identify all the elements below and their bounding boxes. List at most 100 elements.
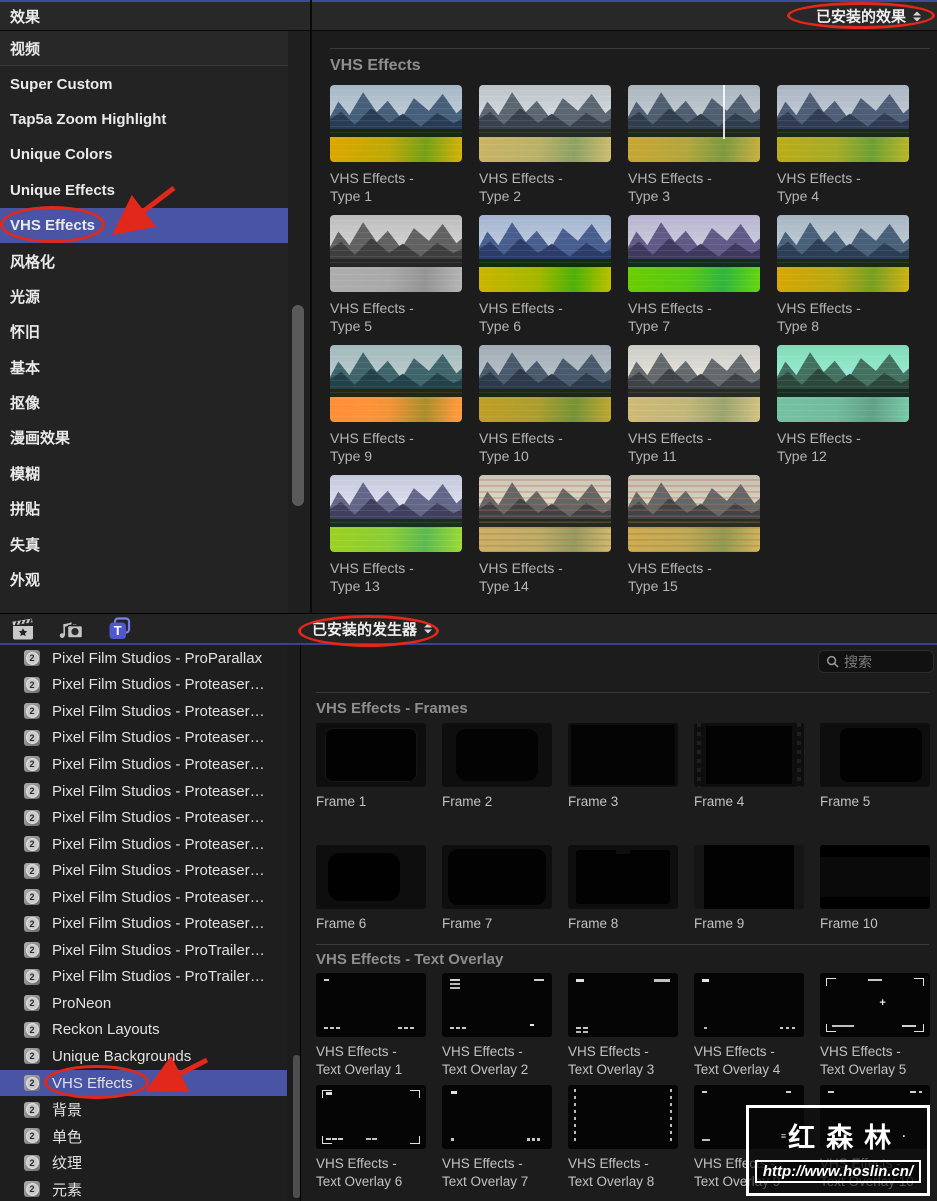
list-item[interactable]: Pixel Film Studios - Proteaser… — [0, 857, 287, 884]
photos-audio-icon[interactable] — [56, 616, 86, 642]
search-input[interactable] — [844, 653, 914, 670]
effect-thumbnail[interactable] — [479, 215, 611, 292]
effect-thumbnail[interactable] — [628, 475, 760, 552]
effect-thumbnail[interactable] — [777, 85, 909, 162]
effect-thumbnail[interactable] — [330, 215, 462, 292]
list-item[interactable]: 背景 — [0, 1096, 287, 1123]
sidebar-item[interactable]: 基本 — [0, 350, 288, 385]
generator-thumbnail[interactable] — [442, 1085, 552, 1149]
generator-thumbnail[interactable] — [820, 723, 930, 787]
effect-thumbnail[interactable] — [628, 215, 760, 292]
sidebar-item[interactable]: 光源 — [0, 279, 288, 314]
sidebar-item[interactable]: 失真 — [0, 526, 288, 561]
effect-item[interactable]: VHS Effects - Type 1 — [330, 85, 462, 205]
generator-item[interactable]: VHS Effects - Text Overlay 8 — [568, 1085, 678, 1191]
list-item[interactable]: Pixel Film Studios - Proteaser… — [0, 884, 287, 911]
effect-item[interactable]: VHS Effects - Type 15 — [628, 475, 760, 595]
effect-thumbnail[interactable] — [628, 85, 760, 162]
effect-thumbnail[interactable] — [479, 475, 611, 552]
generator-item[interactable]: Frame 5 — [820, 723, 930, 811]
generator-thumbnail[interactable] — [694, 723, 804, 787]
installed-effects-dropdown[interactable]: 已安装的效果 — [816, 6, 921, 27]
list-item[interactable]: Pixel Film Studios - ProTrailer… — [0, 964, 287, 991]
effect-item[interactable]: VHS Effects - Type 6 — [479, 215, 611, 335]
list-item[interactable]: Pixel Film Studios - Proteaser… — [0, 910, 287, 937]
generators-list-scrollbar-thumb[interactable] — [293, 1055, 300, 1198]
effect-item[interactable]: VHS Effects - Type 5 — [330, 215, 462, 335]
list-item[interactable]: Pixel Film Studios - Proteaser… — [0, 751, 287, 778]
effect-item[interactable]: VHS Effects - Type 4 — [777, 85, 909, 205]
generator-item[interactable]: Frame 10 — [820, 845, 930, 933]
titles-generators-icon[interactable]: T — [104, 616, 134, 642]
effect-thumbnail[interactable] — [330, 85, 462, 162]
effect-thumbnail[interactable] — [330, 345, 462, 422]
list-item[interactable]: Pixel Film Studios - Proteaser… — [0, 778, 287, 805]
generator-item[interactable]: Frame 7 — [442, 845, 552, 933]
list-item[interactable]: Unique Backgrounds — [0, 1043, 287, 1070]
list-item[interactable]: 单色 — [0, 1123, 287, 1150]
list-item[interactable]: 纹理 — [0, 1149, 287, 1176]
generator-thumbnail[interactable] — [820, 845, 930, 909]
effect-thumbnail[interactable] — [330, 475, 462, 552]
sidebar-item[interactable]: 怀旧 — [0, 314, 288, 349]
generator-item[interactable]: Frame 9 — [694, 845, 804, 933]
generator-thumbnail[interactable] — [316, 723, 426, 787]
generator-item[interactable]: VHS Effects - Text Overlay 3 — [568, 973, 678, 1079]
effect-thumbnail[interactable] — [777, 345, 909, 422]
generator-item[interactable]: VHS Effects - Text Overlay 5 — [820, 973, 930, 1079]
generator-item[interactable]: VHS Effects - Text Overlay 7 — [442, 1085, 552, 1191]
sidebar-item[interactable]: Tap5a Zoom Highlight — [0, 102, 288, 137]
generator-thumbnail[interactable] — [316, 973, 426, 1037]
generator-thumbnail[interactable] — [694, 845, 804, 909]
list-item[interactable]: Pixel Film Studios - ProParallax — [0, 645, 287, 672]
effects-list-scrollbar-thumb[interactable] — [292, 305, 304, 506]
generator-item[interactable]: VHS Effects - Text Overlay 1 — [316, 973, 426, 1079]
sidebar-item[interactable]: 外观 — [0, 562, 288, 597]
effect-thumbnail[interactable] — [479, 85, 611, 162]
generator-thumbnail[interactable] — [568, 1085, 678, 1149]
generator-thumbnail[interactable] — [442, 973, 552, 1037]
effects-list-scrollbar-track[interactable] — [288, 31, 310, 613]
list-item[interactable]: 元素 — [0, 1176, 287, 1201]
effect-thumbnail[interactable] — [628, 345, 760, 422]
list-item[interactable]: ProNeon — [0, 990, 287, 1017]
generator-thumbnail[interactable] — [694, 973, 804, 1037]
effect-thumbnail[interactable] — [777, 215, 909, 292]
effect-item[interactable]: VHS Effects - Type 13 — [330, 475, 462, 595]
generator-thumbnail[interactable] — [568, 845, 678, 909]
generator-thumbnail[interactable] — [820, 973, 930, 1037]
effect-item[interactable]: VHS Effects - Type 3 — [628, 85, 760, 205]
effect-item[interactable]: VHS Effects - Type 9 — [330, 345, 462, 465]
list-item[interactable]: Pixel Film Studios - ProTrailer… — [0, 937, 287, 964]
effect-item[interactable]: VHS Effects - Type 11 — [628, 345, 760, 465]
generator-item[interactable]: Frame 2 — [442, 723, 552, 811]
generator-thumbnail[interactable] — [568, 723, 678, 787]
sidebar-item[interactable]: 视频 — [0, 31, 288, 67]
generator-item[interactable]: VHS Effects - Text Overlay 6 — [316, 1085, 426, 1191]
generator-thumbnail[interactable] — [316, 845, 426, 909]
generator-thumbnail[interactable] — [316, 1085, 426, 1149]
effect-thumbnail[interactable] — [479, 345, 611, 422]
generator-item[interactable]: VHS Effects - Text Overlay 2 — [442, 973, 552, 1079]
generator-thumbnail[interactable] — [568, 973, 678, 1037]
generator-item[interactable]: Frame 6 — [316, 845, 426, 933]
effect-item[interactable]: VHS Effects - Type 12 — [777, 345, 909, 465]
effects-clapperboard-icon[interactable] — [8, 616, 38, 642]
effect-item[interactable]: VHS Effects - Type 2 — [479, 85, 611, 205]
sidebar-item[interactable]: 抠像 — [0, 385, 288, 420]
sidebar-item[interactable]: Unique Effects — [0, 173, 288, 208]
sidebar-item[interactable]: Unique Colors — [0, 137, 288, 172]
installed-generators-dropdown[interactable]: 已安装的发生器 — [312, 618, 433, 639]
generator-thumbnail[interactable] — [442, 845, 552, 909]
generator-item[interactable]: Frame 4 — [694, 723, 804, 811]
generator-thumbnail[interactable] — [442, 723, 552, 787]
effect-item[interactable]: VHS Effects - Type 8 — [777, 215, 909, 335]
sidebar-item[interactable]: 漫画效果 — [0, 420, 288, 455]
generators-list-scrollbar-track[interactable] — [287, 645, 300, 1201]
list-item[interactable]: Pixel Film Studios - Proteaser… — [0, 672, 287, 699]
list-item[interactable]: Pixel Film Studios - Proteaser… — [0, 698, 287, 725]
list-item-selected[interactable]: VHS Effects — [0, 1069, 287, 1097]
generator-item[interactable]: Frame 3 — [568, 723, 678, 811]
sidebar-item[interactable]: 模糊 — [0, 456, 288, 491]
list-item[interactable]: Reckon Layouts — [0, 1017, 287, 1044]
